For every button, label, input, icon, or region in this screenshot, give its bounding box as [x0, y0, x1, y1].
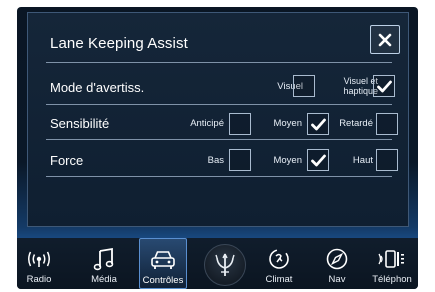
- sensibilite-moyen-option-label: Moyen: [273, 118, 302, 129]
- bas-checkbox[interactable]: [229, 149, 251, 171]
- bas-option-label: Bas: [207, 155, 224, 166]
- retarde-checkbox[interactable]: [376, 113, 398, 135]
- climate-fan-icon: [269, 249, 289, 269]
- close-icon: [378, 33, 392, 46]
- checkmark-icon: [376, 80, 392, 92]
- sensibilite-moyen-checkbox[interactable]: [307, 113, 329, 135]
- haut-option-label: Haut: [352, 155, 373, 166]
- nav-nav-label: Nav: [328, 274, 346, 285]
- nav-nav[interactable]: Nav: [317, 238, 357, 289]
- close-button[interactable]: [370, 25, 400, 54]
- visuel-checkbox[interactable]: [293, 75, 315, 97]
- phone-icon: [378, 250, 404, 268]
- radio-icon: [28, 251, 50, 267]
- force-moyen-checkbox[interactable]: [307, 149, 329, 171]
- anticipe-option-label: Anticipé: [190, 118, 224, 129]
- music-note-icon: [93, 247, 114, 271]
- nav-climat-label: Climat: [265, 274, 293, 285]
- divider: [46, 104, 392, 105]
- nav-controles[interactable]: Contrôles: [139, 238, 187, 289]
- visuel-haptique-checkbox[interactable]: [373, 75, 395, 97]
- bottom-nav-bar: Radio Média Contrôles Climat Nav Télépho…: [17, 238, 418, 289]
- divider: [46, 176, 392, 177]
- checkmark-icon: [310, 118, 326, 130]
- force-moyen-option-label: Moyen: [273, 155, 302, 166]
- nav-radio[interactable]: Radio: [19, 238, 59, 289]
- force-label: Force: [50, 153, 84, 168]
- checkmark-icon: [310, 154, 326, 166]
- nav-media[interactable]: Média: [83, 238, 125, 289]
- lane-keeping-assist-dialog: Lane Keeping Assist Mode d'avertiss. Vis…: [27, 12, 409, 227]
- haut-checkbox[interactable]: [376, 149, 398, 171]
- anticipe-checkbox[interactable]: [229, 113, 251, 135]
- compass-icon: [326, 248, 348, 270]
- infotainment-screen: Lane Keeping Assist Mode d'avertiss. Vis…: [17, 7, 418, 289]
- nav-radio-label: Radio: [26, 274, 52, 285]
- nav-telephone-label: Téléphon: [372, 274, 412, 285]
- nav-controles-label: Contrôles: [142, 275, 184, 286]
- divider: [46, 139, 392, 140]
- sensibilite-label: Sensibilité: [50, 116, 110, 131]
- retarde-option-label: Retardé: [339, 118, 373, 129]
- home-logo-button[interactable]: [204, 244, 246, 286]
- nav-media-label: Média: [91, 274, 117, 285]
- divider: [46, 62, 392, 63]
- nav-climat[interactable]: Climat: [257, 238, 301, 289]
- dialog-title: Lane Keeping Assist: [50, 35, 188, 52]
- trident-logo-icon: [215, 253, 235, 276]
- mode-avertissement-label: Mode d'avertiss.: [50, 80, 145, 95]
- car-icon: [151, 251, 175, 269]
- nav-telephone[interactable]: Téléphon: [367, 238, 417, 289]
